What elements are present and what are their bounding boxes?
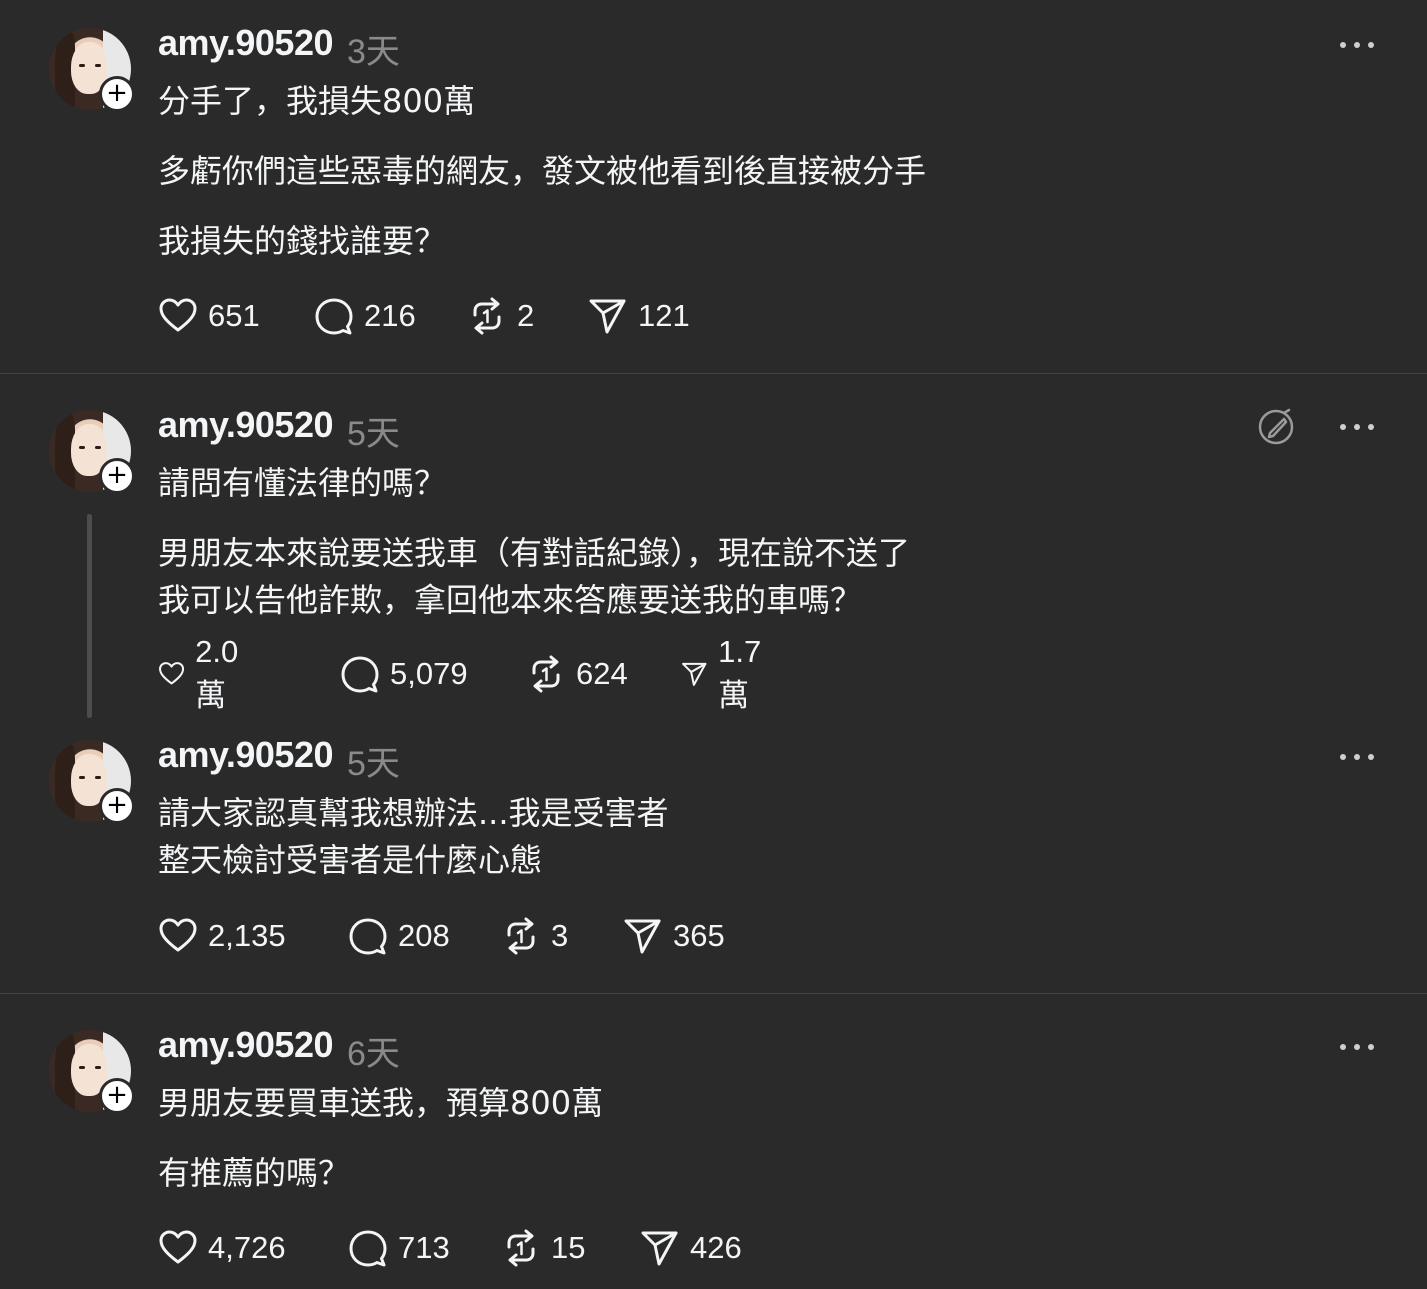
share-button[interactable]: 426 <box>640 1228 742 1268</box>
username[interactable]: amy.90520 <box>158 1024 334 1066</box>
follow-icon[interactable]: + <box>99 76 135 112</box>
post-text: 我損失的錢找誰要？ <box>158 222 447 260</box>
like-count: 651 <box>208 298 260 333</box>
share-button[interactable]: 365 <box>623 916 725 956</box>
reply-count: 713 <box>398 1230 450 1265</box>
follow-icon[interactable]: + <box>99 788 135 824</box>
like-button[interactable]: 2,135 <box>158 916 286 956</box>
repost-count: 2 <box>517 298 535 333</box>
timestamp: 5天 <box>347 415 400 453</box>
follow-icon[interactable]: + <box>99 1078 135 1114</box>
comment-icon <box>348 1228 388 1268</box>
comment-icon <box>340 654 380 694</box>
like-button[interactable]: 651 <box>158 296 260 336</box>
more-icon[interactable] <box>1340 422 1374 432</box>
share-count: 1.7 萬 <box>718 633 762 713</box>
feed: + amy.90520 3天 分手了，我損失800萬 多虧你們這些惡毒的網友，發… <box>0 0 1427 1289</box>
avatar[interactable]: + <box>49 410 135 494</box>
username[interactable]: amy.90520 <box>158 734 334 776</box>
avatar[interactable]: + <box>49 28 135 112</box>
send-icon <box>640 1228 680 1268</box>
post: + amy.90520 5天 請問有懂法律的嗎？ 男朋友本來說要送我車（有對話紀… <box>0 374 1427 720</box>
post-text: 請大家認真幫我想辦法...我是受害者 <box>158 794 669 832</box>
repost-icon <box>501 916 541 956</box>
heart-icon <box>158 916 198 956</box>
more-icon[interactable] <box>1340 1042 1374 1052</box>
repost-button[interactable]: 2 <box>467 296 534 336</box>
like-count: 2,135 <box>208 918 286 953</box>
reply-button[interactable]: 713 <box>348 1228 450 1268</box>
repost-count: 15 <box>551 1230 586 1265</box>
reply-count: 216 <box>364 298 416 333</box>
edit-icon[interactable] <box>1256 406 1296 446</box>
send-icon <box>588 296 628 336</box>
reply-button[interactable]: 208 <box>348 916 450 956</box>
post: + amy.90520 5天 請大家認真幫我想辦法...我是受害者 整天檢討受害… <box>0 720 1427 993</box>
post: + amy.90520 3天 分手了，我損失800萬 多虧你們這些惡毒的網友，發… <box>0 0 1427 374</box>
send-icon <box>623 916 663 956</box>
like-button[interactable]: 4,726 <box>158 1228 286 1268</box>
repost-count: 624 <box>576 656 628 691</box>
avatar[interactable]: + <box>49 740 135 824</box>
post-text: 多虧你們這些惡毒的網友，發文被他看到後直接被分手 <box>158 152 927 190</box>
repost-icon <box>501 1228 541 1268</box>
post-text: 男朋友本來說要送我車（有對話紀錄），現在說不送了 <box>158 534 911 572</box>
post-text: 請問有懂法律的嗎？ <box>158 464 447 502</box>
heart-icon <box>158 296 198 336</box>
share-count: 121 <box>638 298 690 333</box>
post: + amy.90520 6天 男朋友要買車送我，預算800萬 有推薦的嗎？ 4,… <box>0 994 1427 1289</box>
more-icon[interactable] <box>1340 40 1374 50</box>
timestamp: 6天 <box>347 1035 400 1073</box>
repost-icon <box>467 296 507 336</box>
reply-button[interactable]: 216 <box>314 296 416 336</box>
share-button[interactable]: 1.7 萬 <box>681 634 774 713</box>
avatar[interactable]: + <box>49 1030 135 1114</box>
reply-button[interactable]: 5,079 <box>340 654 468 694</box>
more-icon[interactable] <box>1340 752 1374 762</box>
repost-icon <box>526 654 566 694</box>
repost-count: 3 <box>551 918 569 953</box>
username[interactable]: amy.90520 <box>158 404 334 446</box>
like-count: 2.0 萬 <box>195 633 239 713</box>
reply-count: 5,079 <box>390 656 468 691</box>
post-text: 分手了，我損失800萬 <box>158 82 476 120</box>
username[interactable]: amy.90520 <box>158 22 334 64</box>
follow-icon[interactable]: + <box>99 458 135 494</box>
heart-icon <box>158 1228 198 1268</box>
comment-icon <box>348 916 388 956</box>
comment-icon <box>314 296 354 336</box>
timestamp: 5天 <box>347 745 400 783</box>
timestamp: 3天 <box>347 33 400 71</box>
share-count: 426 <box>690 1230 742 1265</box>
heart-icon <box>158 654 185 694</box>
thread-line <box>87 514 92 718</box>
share-count: 365 <box>673 918 725 953</box>
share-button[interactable]: 121 <box>588 296 690 336</box>
post-text: 男朋友要買車送我，預算800萬 <box>158 1084 604 1122</box>
like-count: 4,726 <box>208 1230 286 1265</box>
send-icon <box>681 654 708 694</box>
post-text: 我可以告他詐欺，拿回他本來答應要送我的車嗎？ <box>158 581 863 619</box>
repost-button[interactable]: 3 <box>501 916 568 956</box>
post-text: 有推薦的嗎？ <box>158 1154 351 1192</box>
post-text: 整天檢討受害者是什麼心態 <box>158 841 543 879</box>
repost-button[interactable]: 624 <box>526 654 628 694</box>
reply-count: 208 <box>398 918 450 953</box>
repost-button[interactable]: 15 <box>501 1228 585 1268</box>
like-button[interactable]: 2.0 萬 <box>158 634 251 713</box>
